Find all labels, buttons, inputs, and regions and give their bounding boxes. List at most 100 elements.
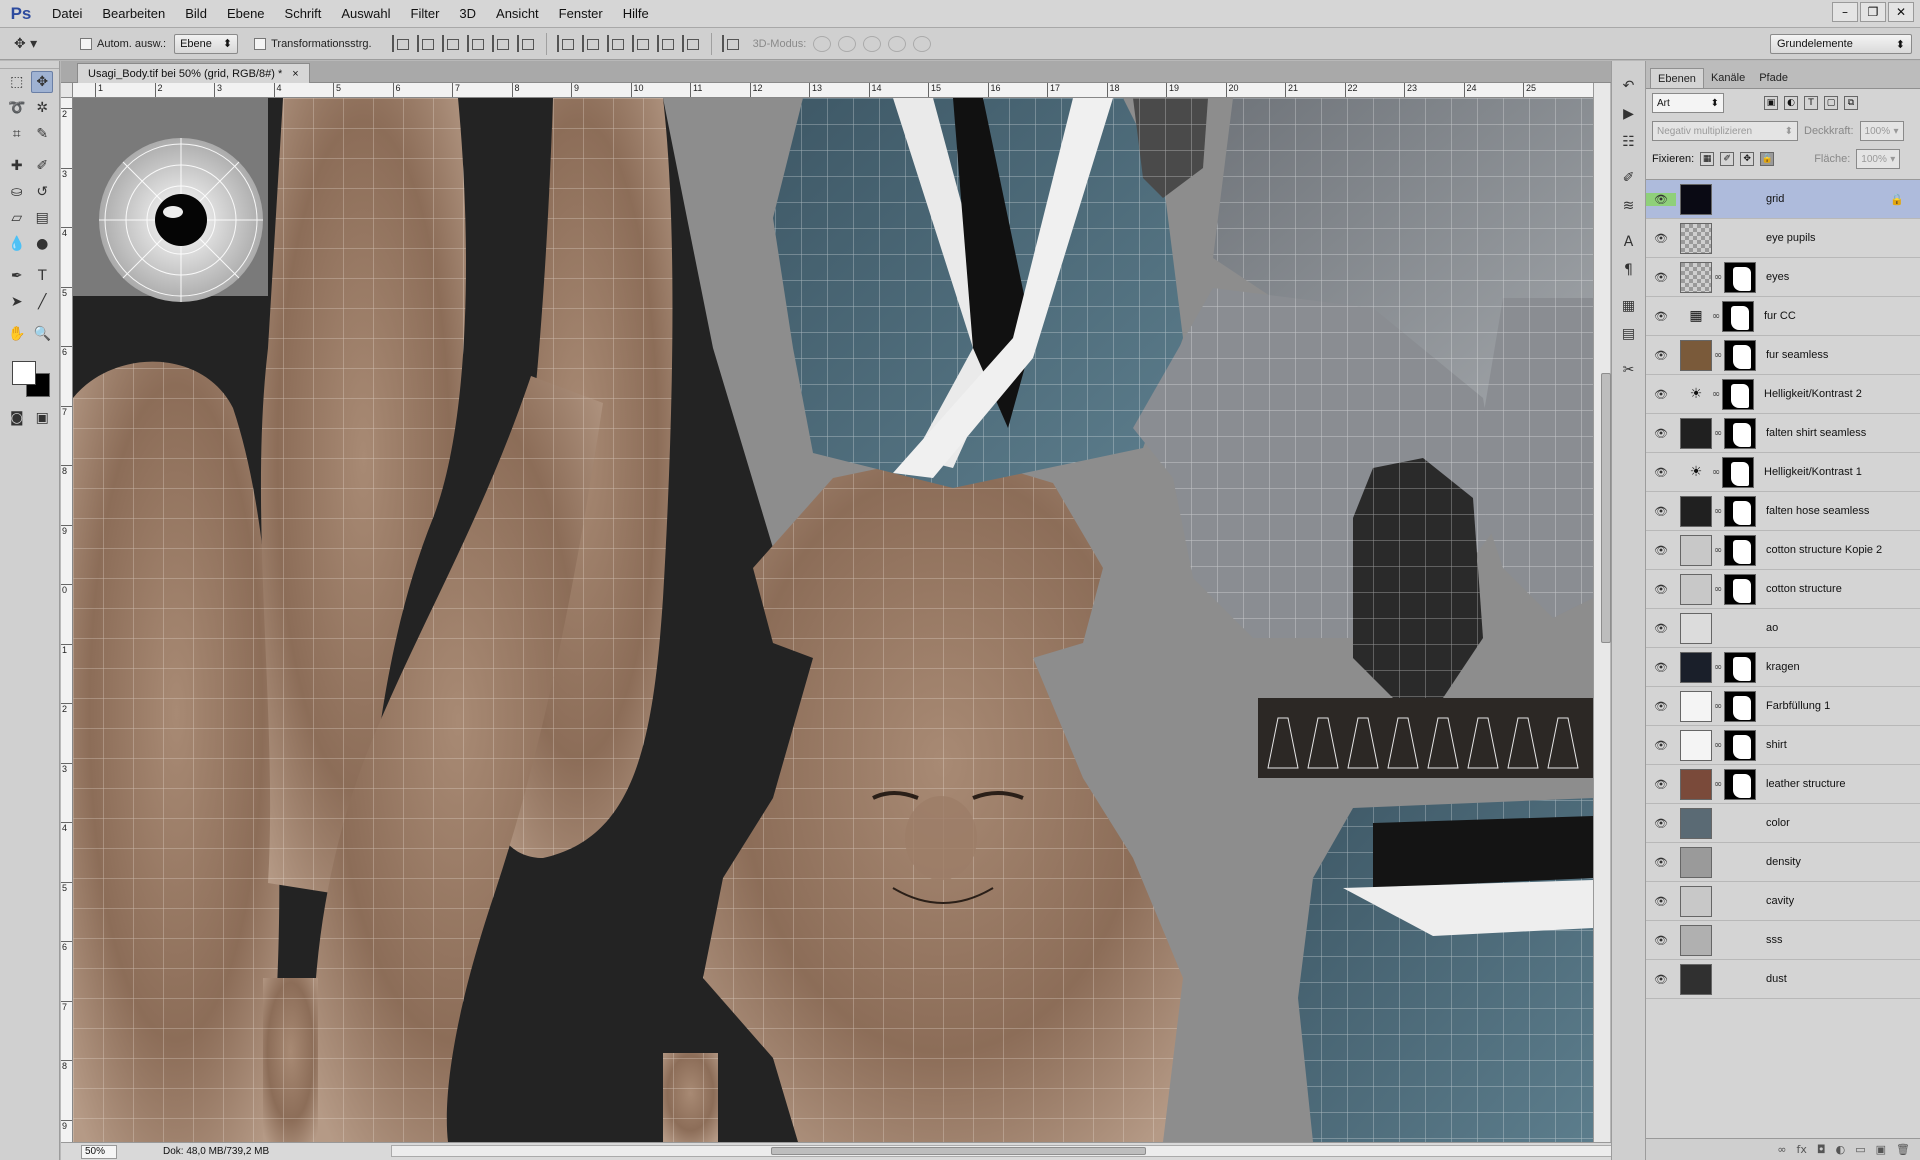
menu-bild[interactable]: Bild bbox=[175, 0, 217, 28]
layer-name[interactable]: cotton structure bbox=[1766, 583, 1842, 595]
visibility-eye-icon[interactable]: 👁 bbox=[1646, 739, 1676, 752]
layer-name[interactable]: falten shirt seamless bbox=[1766, 427, 1866, 439]
path-select-tool-icon[interactable]: ➤ bbox=[6, 291, 28, 313]
distribute-right-icon[interactable] bbox=[681, 35, 699, 52]
move-tool-preset-icon[interactable]: ✥ ▾ bbox=[14, 32, 70, 56]
new-layer-icon[interactable]: ▣ bbox=[1876, 1143, 1886, 1156]
layer-thumbnail[interactable] bbox=[1680, 417, 1712, 449]
mask-link-icon[interactable]: ∞ bbox=[1710, 311, 1722, 322]
adjustment-icon[interactable]: ◐ bbox=[1836, 1143, 1846, 1156]
visibility-eye-icon[interactable]: 👁 bbox=[1646, 778, 1676, 791]
visibility-eye-icon[interactable]: 👁 bbox=[1646, 466, 1676, 479]
layer-name[interactable]: sss bbox=[1766, 934, 1783, 946]
visibility-eye-icon[interactable]: 👁 bbox=[1646, 388, 1676, 401]
layer-name[interactable]: fur CC bbox=[1764, 310, 1796, 322]
menu-3d[interactable]: 3D bbox=[449, 0, 486, 28]
paragraph-icon[interactable]: ¶ bbox=[1618, 259, 1640, 281]
layer-mask-thumbnail[interactable] bbox=[1724, 417, 1756, 449]
move-tool-icon[interactable]: ✥ bbox=[31, 71, 54, 93]
layer-mask-thumbnail[interactable] bbox=[1724, 690, 1756, 722]
properties-icon[interactable]: ☷ bbox=[1618, 131, 1640, 153]
adjustment-layer-icon[interactable]: ▦ bbox=[1682, 302, 1710, 330]
filter-pixel-icon[interactable]: ▣ bbox=[1764, 96, 1778, 110]
visibility-eye-icon[interactable]: 👁 bbox=[1646, 349, 1676, 362]
layer-name[interactable]: eye pupils bbox=[1766, 232, 1816, 244]
crop-tool-icon[interactable]: ⌗ bbox=[6, 123, 28, 145]
vertical-scroll-thumb[interactable] bbox=[1601, 373, 1611, 643]
layer-mask-thumbnail[interactable] bbox=[1724, 261, 1756, 293]
menu-fenster[interactable]: Fenster bbox=[549, 0, 613, 28]
clone-source-icon[interactable]: ▦ bbox=[1618, 295, 1640, 317]
align-top-icon[interactable] bbox=[391, 35, 409, 52]
distribute-bottom-icon[interactable] bbox=[606, 35, 624, 52]
layer-thumbnail[interactable] bbox=[1680, 612, 1712, 644]
filter-adjustment-icon[interactable]: ◐ bbox=[1784, 96, 1798, 110]
healing-brush-tool-icon[interactable]: ✚ bbox=[6, 155, 28, 177]
align-vcenter-icon[interactable] bbox=[416, 35, 434, 52]
mask-link-icon[interactable]: ∞ bbox=[1712, 350, 1724, 361]
layer-row[interactable]: 👁 density bbox=[1646, 843, 1920, 882]
screen-mode-icon[interactable]: ▣ bbox=[31, 407, 53, 429]
layer-name[interactable]: color bbox=[1766, 817, 1790, 829]
align-hcenter-icon[interactable] bbox=[491, 35, 509, 52]
menu-hilfe[interactable]: Hilfe bbox=[613, 0, 659, 28]
3d-rotate-icon[interactable] bbox=[813, 35, 832, 52]
layer-row[interactable]: 👁 ∞ cotton structure Kopie 2 bbox=[1646, 531, 1920, 570]
visibility-eye-icon[interactable]: 👁 bbox=[1646, 856, 1676, 869]
mask-link-icon[interactable]: ∞ bbox=[1712, 506, 1724, 517]
layer-thumbnail[interactable] bbox=[1680, 924, 1712, 956]
layer-row[interactable]: 👁 eye pupils bbox=[1646, 219, 1920, 258]
horizontal-scrollbar[interactable] bbox=[391, 1145, 1651, 1157]
document-size-info[interactable]: Dok: 48,0 MB/739,2 MB bbox=[163, 1146, 269, 1157]
align-right-icon[interactable] bbox=[516, 35, 534, 52]
layer-name[interactable]: fur seamless bbox=[1766, 349, 1828, 361]
visibility-eye-icon[interactable]: 👁 bbox=[1646, 192, 1676, 206]
visibility-eye-icon[interactable]: 👁 bbox=[1646, 271, 1676, 284]
tab-channels[interactable]: Kanäle bbox=[1704, 68, 1752, 88]
3d-slide-icon[interactable] bbox=[888, 35, 907, 52]
distribute-left-icon[interactable] bbox=[631, 35, 649, 52]
filter-type-icon[interactable]: T bbox=[1804, 96, 1818, 110]
brush-tool-icon[interactable]: ✐ bbox=[31, 155, 53, 177]
menu-auswahl[interactable]: Auswahl bbox=[331, 0, 400, 28]
brush-presets-icon[interactable]: ✐ bbox=[1618, 167, 1640, 189]
lock-all-icon[interactable]: 🔒 bbox=[1760, 152, 1775, 166]
mask-link-icon[interactable]: ∞ bbox=[1710, 389, 1722, 400]
visibility-eye-icon[interactable]: 👁 bbox=[1646, 973, 1676, 986]
layer-thumbnail[interactable] bbox=[1680, 651, 1712, 683]
quick-mask-icon[interactable]: ◙ bbox=[6, 407, 28, 429]
opacity-field[interactable]: 100% ▾ bbox=[1859, 121, 1904, 141]
pen-tool-icon[interactable]: ✒ bbox=[6, 265, 28, 287]
restore-button[interactable]: ❐ bbox=[1860, 2, 1886, 22]
adjustment-layer-icon[interactable]: ☀ bbox=[1682, 458, 1710, 486]
layer-mask-thumbnail[interactable] bbox=[1724, 495, 1756, 527]
tab-paths[interactable]: Pfade bbox=[1752, 68, 1795, 88]
marquee-tool-icon[interactable]: ⬚ bbox=[6, 71, 28, 93]
adjustment-layer-icon[interactable]: ☀ bbox=[1682, 380, 1710, 408]
layer-name[interactable]: shirt bbox=[1766, 739, 1787, 751]
blur-tool-icon[interactable]: 💧 bbox=[6, 233, 28, 255]
layer-name[interactable]: density bbox=[1766, 856, 1801, 868]
layer-mask-thumbnail[interactable] bbox=[1724, 729, 1756, 761]
vertical-ruler[interactable]: 2 3 4 5 6 7 8 9 0 1 2 3 4 5 6 7 8 9 bbox=[61, 98, 73, 1142]
layer-name[interactable]: Helligkeit/Kontrast 1 bbox=[1764, 466, 1862, 478]
line-tool-icon[interactable]: ╱ bbox=[31, 291, 53, 313]
visibility-eye-icon[interactable]: 👁 bbox=[1646, 622, 1676, 635]
layer-name[interactable]: ao bbox=[1766, 622, 1778, 634]
horizontal-ruler[interactable]: 1 2 3 4 5 6 7 8 9 10 11 12 13 14 15 16 17 18 19 20 21 22 23 24 2… bbox=[73, 83, 1593, 98]
gradient-tool-icon[interactable]: ▤ bbox=[31, 207, 53, 229]
layer-thumbnail[interactable] bbox=[1680, 222, 1712, 254]
foreground-color-swatch[interactable] bbox=[12, 361, 36, 385]
layer-row[interactable]: 👁 ∞ kragen bbox=[1646, 648, 1920, 687]
layer-name[interactable]: Helligkeit/Kontrast 2 bbox=[1764, 388, 1862, 400]
layer-thumbnail[interactable] bbox=[1680, 963, 1712, 995]
layer-mask-thumbnail[interactable] bbox=[1722, 456, 1754, 488]
ruler-origin[interactable] bbox=[61, 83, 73, 98]
workspace-dropdown[interactable]: Grundelemente ⬍ bbox=[1770, 34, 1912, 54]
actions-play-icon[interactable]: ▶ bbox=[1618, 103, 1640, 125]
zoom-level-field[interactable]: 50% bbox=[81, 1144, 117, 1159]
group-icon[interactable]: ▭ bbox=[1855, 1143, 1865, 1156]
distribute-hcenter-icon[interactable] bbox=[656, 35, 674, 52]
tab-layers[interactable]: Ebenen bbox=[1650, 68, 1704, 88]
document-canvas[interactable] bbox=[73, 98, 1593, 1142]
